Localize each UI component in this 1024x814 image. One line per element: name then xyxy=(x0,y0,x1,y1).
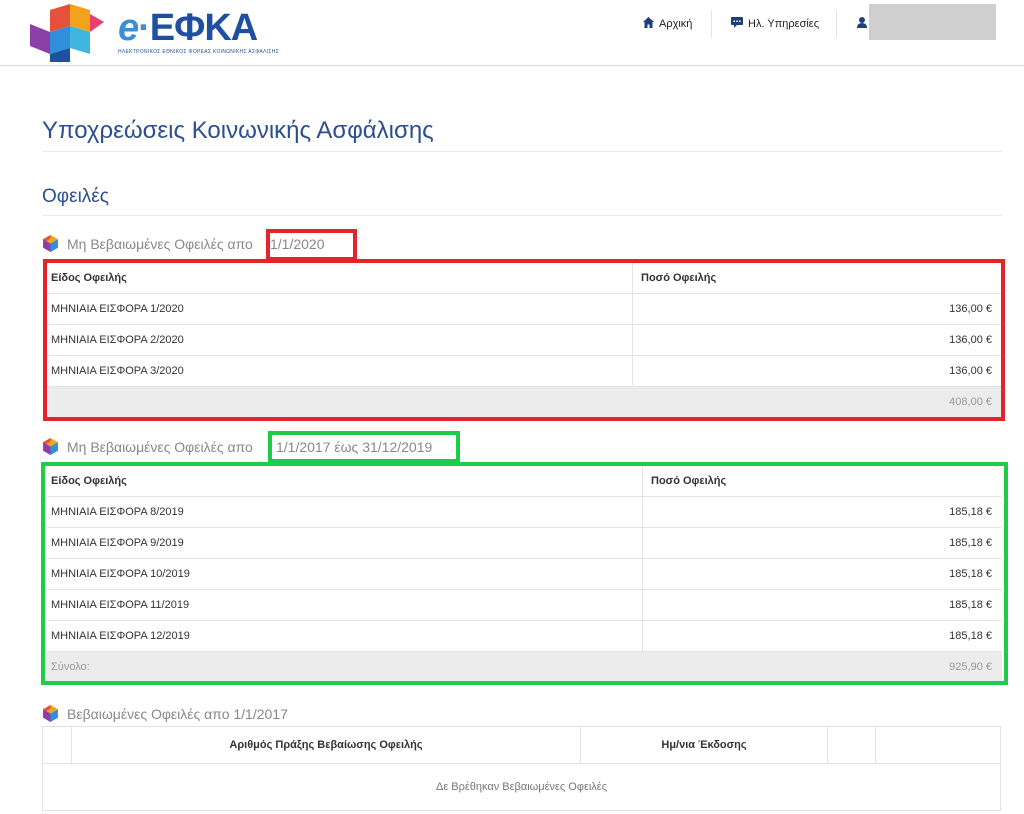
section-title: Οφειλές xyxy=(42,186,109,207)
debts1-table: Είδος Οφειλής Ποσό Οφειλής ΜΗΝΙΑΙΑ ΕΙΣΦΟ… xyxy=(46,263,1002,417)
total-label: Σύνολο: xyxy=(46,651,643,682)
table-row: ΜΗΝΙΑΙΑ ΕΙΣΦΟΡΑ 3/2020 136,00 € xyxy=(46,355,1002,387)
table-row: ΜΗΝΙΑΙΑ ΕΙΣΦΟΡΑ 9/2019 185,18 € xyxy=(46,527,1002,559)
debts1-heading: Μη Βεβαιωμένες Οφειλές απο xyxy=(42,235,253,252)
top-header: e·ΕΦΚΑ ΗΛΕΚΤΡΟΝΙΚΟΣ ΕΘΝΙΚΟΣ ΦΟΡΕΑΣ ΚΟΙΝΩ… xyxy=(0,0,1024,66)
debt-amount-cell: 136,00 € xyxy=(632,324,1002,356)
col-act-number: Αριθμός Πράξης Βεβαίωσης Οφειλής xyxy=(72,727,581,763)
chat-icon xyxy=(731,17,743,31)
table-total-row: 408,00 € xyxy=(46,386,1002,417)
logo-wordmark: e·ΕΦΚΑ xyxy=(118,7,258,49)
total-amount: 408,00 € xyxy=(632,386,1002,417)
debt-type-cell: ΜΗΝΙΑΙΑ ΕΙΣΦΟΡΑ 1/2020 xyxy=(46,293,633,325)
debt-type-cell: ΜΗΝΙΑΙΑ ΕΙΣΦΟΡΑ 12/2019 xyxy=(46,620,643,652)
debts2-date-range: 1/1/2017 έως 31/12/2019 xyxy=(276,438,433,456)
debt-amount-cell: 185,18 € xyxy=(642,620,1002,652)
debt-amount-cell: 185,18 € xyxy=(642,527,1002,559)
col-debt-amount: Ποσό Οφειλής xyxy=(642,466,1002,497)
table-header-row: Είδος Οφειλής Ποσό Οφειλής xyxy=(46,466,1002,497)
certified-heading-text: Βεβαιωμένες Οφειλές απο 1/1/2017 xyxy=(67,705,288,722)
table-row: ΜΗΝΙΑΙΑ ΕΙΣΦΟΡΑ 12/2019 185,18 € xyxy=(46,620,1002,652)
page-title: Υποχρεώσεις Κοινωνικής Ασφάλισης xyxy=(42,117,434,144)
debt-type-cell: ΜΗΝΙΑΙΑ ΕΙΣΦΟΡΑ 9/2019 xyxy=(46,527,643,559)
certified-table: Αριθμός Πράξης Βεβαίωσης Οφειλής Ημ/νια … xyxy=(42,726,1001,811)
nav-services-label: Ηλ. Υπηρεσίες xyxy=(748,18,820,30)
efka-cube-icon xyxy=(43,235,58,252)
col-debt-type: Είδος Οφειλής xyxy=(46,263,633,294)
table-row: ΜΗΝΙΑΙΑ ΕΙΣΦΟΡΑ 1/2020 136,00 € xyxy=(46,293,1002,325)
col-action xyxy=(828,727,876,763)
debts2-heading-text: Μη Βεβαιωμένες Οφειλές απο xyxy=(67,438,253,455)
efka-cube-icon xyxy=(43,438,58,455)
debt-type-cell: ΜΗΝΙΑΙΑ ΕΙΣΦΟΡΑ 10/2019 xyxy=(46,558,643,590)
total-amount: 925,90 € xyxy=(642,651,1002,682)
certified-heading: Βεβαιωμένες Οφειλές απο 1/1/2017 xyxy=(42,705,288,722)
efka-cube-icon xyxy=(43,705,58,722)
nav-services-link[interactable]: Ηλ. Υπηρεσίες xyxy=(731,10,819,38)
nav-divider xyxy=(711,10,712,38)
debt-type-cell: ΜΗΝΙΑΙΑ ΕΙΣΦΟΡΑ 8/2019 xyxy=(46,496,643,528)
logo-cube-icon xyxy=(30,4,104,62)
col-debt-amount: Ποσό Οφειλής xyxy=(632,263,1002,294)
total-label xyxy=(46,386,633,417)
table-total-row: Σύνολο: 925,90 € xyxy=(46,651,1002,682)
col-issue-date: Ημ/νια Έκδοσης xyxy=(581,727,828,763)
empty-state-message: Δε Βρέθηκαν Βεβαιωμένες Οφειλές xyxy=(435,780,608,793)
logo-subtitle: ΗΛΕΚΤΡΟΝΙΚΟΣ ΕΘΝΙΚΟΣ ΦΟΡΕΑΣ ΚΟΙΝΩΝΙΚΗΣ Α… xyxy=(118,49,280,55)
debt-type-cell: ΜΗΝΙΑΙΑ ΕΙΣΦΟΡΑ 3/2020 xyxy=(46,355,633,387)
debt-amount-cell: 185,18 € xyxy=(642,496,1002,528)
debts2-heading: Μη Βεβαιωμένες Οφειλές απο xyxy=(42,438,253,455)
table-row: ΜΗΝΙΑΙΑ ΕΙΣΦΟΡΑ 11/2019 185,18 € xyxy=(46,589,1002,621)
debt-type-cell: ΜΗΝΙΑΙΑ ΕΙΣΦΟΡΑ 2/2020 xyxy=(46,324,633,356)
efka-logo[interactable]: e·ΕΦΚΑ ΗΛΕΚΤΡΟΝΙΚΟΣ ΕΘΝΙΚΟΣ ΦΟΡΕΑΣ ΚΟΙΝΩ… xyxy=(30,4,279,62)
user-name-redacted xyxy=(869,4,996,40)
debt-amount-cell: 136,00 € xyxy=(632,293,1002,325)
nav-home-label: Αρχική xyxy=(659,18,693,30)
table-header-row: Είδος Οφειλής Ποσό Οφειλής xyxy=(46,263,1002,294)
debt-type-cell: ΜΗΝΙΑΙΑ ΕΙΣΦΟΡΑ 11/2019 xyxy=(46,589,643,621)
title-divider xyxy=(42,151,1002,152)
table-header-row: Αριθμός Πράξης Βεβαίωσης Οφειλής Ημ/νια … xyxy=(43,727,1000,764)
debts1-date-range: 1/1/2020 xyxy=(270,235,325,253)
debt-amount-cell: 136,00 € xyxy=(632,355,1002,387)
col-debt-type: Είδος Οφειλής xyxy=(46,466,643,497)
col-expand xyxy=(43,727,72,763)
debt-amount-cell: 185,18 € xyxy=(642,589,1002,621)
debts2-table: Είδος Οφειλής Ποσό Οφειλής ΜΗΝΙΑΙΑ ΕΙΣΦΟ… xyxy=(46,466,1002,682)
nav-home-link[interactable]: Αρχική xyxy=(643,10,692,38)
table-row: ΜΗΝΙΑΙΑ ΕΙΣΦΟΡΑ 2/2020 136,00 € xyxy=(46,324,1002,356)
table-row: ΜΗΝΙΑΙΑ ΕΙΣΦΟΡΑ 8/2019 185,18 € xyxy=(46,496,1002,528)
home-icon xyxy=(643,17,654,31)
debts1-heading-text: Μη Βεβαιωμένες Οφειλές απο xyxy=(67,235,253,252)
nav-divider xyxy=(836,10,837,38)
user-icon xyxy=(857,17,867,31)
debt-amount-cell: 185,18 € xyxy=(642,558,1002,590)
section-divider xyxy=(42,215,1002,216)
table-row: ΜΗΝΙΑΙΑ ΕΙΣΦΟΡΑ 10/2019 185,18 € xyxy=(46,558,1002,590)
